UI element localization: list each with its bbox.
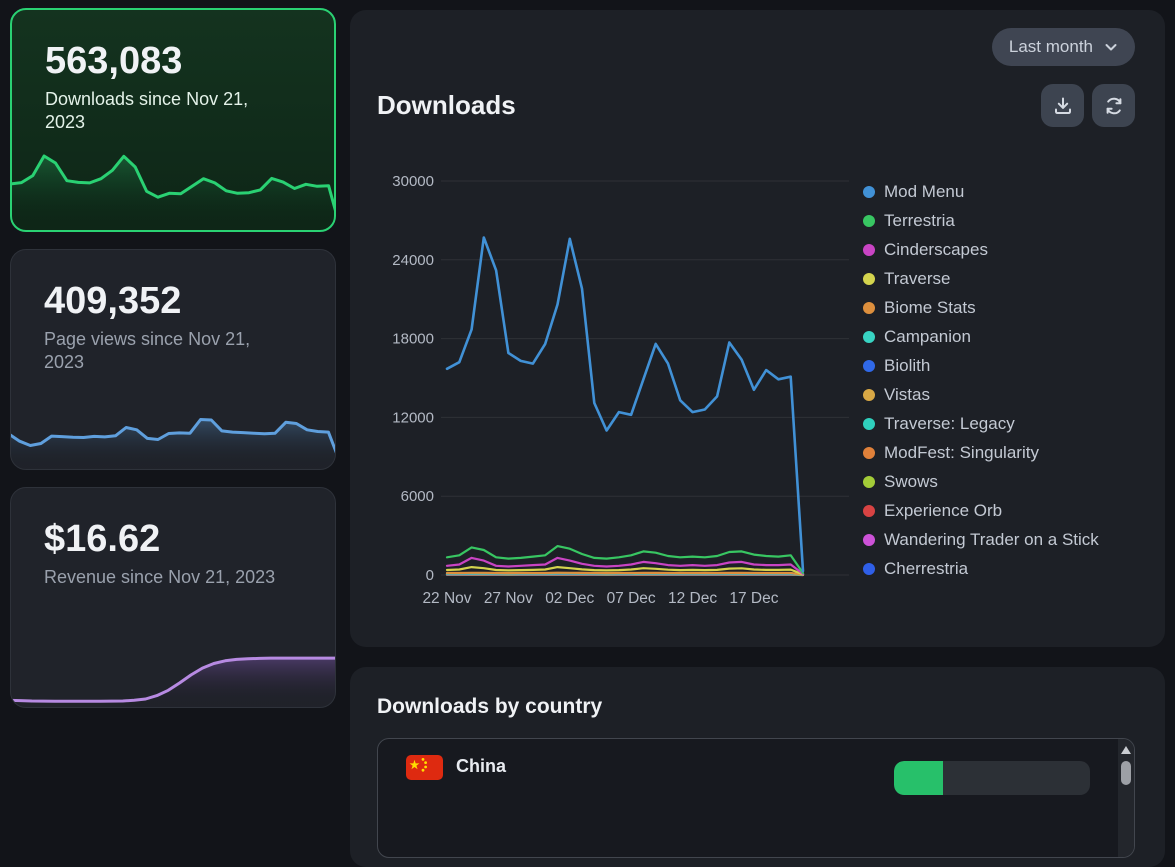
downloads-title: Downloads: [377, 90, 516, 121]
y-tick-label: 30000: [392, 173, 434, 190]
legend-label: Vistas: [884, 385, 930, 405]
series-line: [447, 558, 803, 574]
legend: Mod Menu Terrestria Cinderscapes Traverse Bi…: [863, 177, 1099, 611]
legend-item[interactable]: Biome Stats: [863, 293, 1099, 322]
refresh-button[interactable]: [1092, 84, 1135, 127]
legend-item[interactable]: ModFest: Singularity: [863, 438, 1099, 467]
x-tick-label: 27 Nov: [484, 590, 533, 607]
pageviews-sparkline: [10, 401, 336, 470]
x-tick-label: 02 Dec: [545, 590, 594, 607]
downloads-total: 563,083: [45, 42, 334, 80]
legend-dot: [863, 273, 875, 285]
legend-dot: [863, 418, 875, 430]
series-line: [447, 238, 803, 572]
revenue-total-label: Revenue since Nov 21, 2023: [44, 566, 293, 589]
legend-label: Cherrestria: [884, 559, 968, 579]
legend-label: Biolith: [884, 356, 930, 376]
legend-item[interactable]: Traverse: Legacy: [863, 409, 1099, 438]
legend-label: Traverse: Legacy: [884, 414, 1015, 434]
downloads-panel: Last month Downloads: [350, 10, 1165, 647]
legend-label: Terrestria: [884, 211, 955, 231]
legend-item[interactable]: Cherrestria: [863, 554, 1099, 583]
legend-label: Cinderscapes: [884, 240, 988, 260]
chart-actions: [1041, 84, 1135, 127]
legend-dot: [863, 186, 875, 198]
country-panel-title: Downloads by country: [377, 695, 1135, 719]
x-tick-label: 12 Dec: [668, 590, 717, 607]
legend-label: Campanion: [884, 327, 971, 347]
date-range-label: Last month: [1009, 37, 1093, 57]
legend-label: Swows: [884, 472, 938, 492]
downloads-sparkline: [10, 148, 336, 232]
legend-dot: [863, 331, 875, 343]
download-icon: [1052, 95, 1074, 117]
revenue-sparkline: [10, 635, 336, 708]
legend-label: Wandering Trader on a Stick: [884, 530, 1099, 550]
stat-card-revenue[interactable]: $16.62 Revenue since Nov 21, 2023: [10, 487, 336, 708]
scrollbar-up-arrow-icon[interactable]: [1121, 746, 1131, 754]
y-tick-label: 18000: [392, 331, 434, 348]
chevron-down-icon: [1104, 40, 1118, 54]
downloads-total-label: Downloads since Nov 21, 2023: [45, 88, 292, 134]
legend-dot: [863, 302, 875, 314]
legend-item[interactable]: Wandering Trader on a Stick: [863, 525, 1099, 554]
legend-item[interactable]: Vistas: [863, 380, 1099, 409]
range-row: Last month: [377, 28, 1135, 66]
legend-dot: [863, 563, 875, 575]
refresh-icon: [1103, 95, 1125, 117]
legend-dot: [863, 215, 875, 227]
legend-label: ModFest: Singularity: [884, 443, 1039, 463]
y-tick-label: 24000: [392, 252, 434, 269]
china-flag-icon: [406, 755, 443, 780]
legend-dot: [863, 244, 875, 256]
scrollbar-thumb[interactable]: [1121, 761, 1131, 785]
legend-dot: [863, 476, 875, 488]
main-column: Last month Downloads: [350, 10, 1165, 867]
x-tick-label: 22 Nov: [422, 590, 471, 607]
analytics-page: 563,083 Downloads since Nov 21, 2023 409…: [0, 0, 1175, 774]
legend-dot: [863, 360, 875, 372]
legend-label: Biome Stats: [884, 298, 976, 318]
legend-dot: [863, 505, 875, 517]
legend-dot: [863, 447, 875, 459]
country-list: China: [377, 738, 1135, 858]
stat-card-downloads[interactable]: 563,083 Downloads since Nov 21, 2023: [10, 8, 336, 232]
country-bar-fill: [894, 761, 943, 795]
country-bar: [894, 761, 1090, 795]
legend-item[interactable]: Traverse: [863, 264, 1099, 293]
legend-label: Mod Menu: [884, 182, 964, 202]
pageviews-total-label: Page views since Nov 21, 2023: [44, 328, 293, 374]
pageviews-total: 409,352: [44, 282, 335, 320]
legend-item[interactable]: Biolith: [863, 351, 1099, 380]
downloads-header: Downloads: [377, 84, 1135, 127]
y-tick-label: 12000: [392, 409, 434, 426]
stats-sidebar: 563,083 Downloads since Nov 21, 2023 409…: [10, 8, 336, 708]
legend-item[interactable]: Swows: [863, 467, 1099, 496]
x-tick-label: 17 Dec: [729, 590, 778, 607]
revenue-total: $16.62: [44, 520, 335, 558]
x-tick-label: 07 Dec: [607, 590, 656, 607]
country-panel: Downloads by country China: [350, 667, 1165, 867]
legend-dot: [863, 534, 875, 546]
chart-area: 0 6000 12000 18000 24000 30000 22 Nov 27 Nov 02 …: [377, 141, 1135, 611]
legend-label: Traverse: [884, 269, 950, 289]
legend-item[interactable]: Mod Menu: [863, 177, 1099, 206]
legend-item[interactable]: Campanion: [863, 322, 1099, 351]
legend-item[interactable]: Terrestria: [863, 206, 1099, 235]
legend-item[interactable]: Cinderscapes: [863, 235, 1099, 264]
export-download-button[interactable]: [1041, 84, 1084, 127]
country-row: China: [378, 739, 1134, 795]
y-tick-label: 0: [426, 567, 434, 584]
legend-item[interactable]: Experience Orb: [863, 496, 1099, 525]
date-range-dropdown[interactable]: Last month: [992, 28, 1135, 66]
legend-label: Experience Orb: [884, 501, 1002, 521]
downloads-chart: 0 6000 12000 18000 24000 30000 22 Nov 27 Nov 02 …: [377, 141, 855, 611]
sparkline-area: [10, 420, 336, 471]
country-list-scrollbar[interactable]: [1118, 739, 1134, 857]
legend-dot: [863, 389, 875, 401]
stat-card-pageviews[interactable]: 409,352 Page views since Nov 21, 2023: [10, 249, 336, 470]
y-tick-label: 6000: [401, 488, 434, 505]
